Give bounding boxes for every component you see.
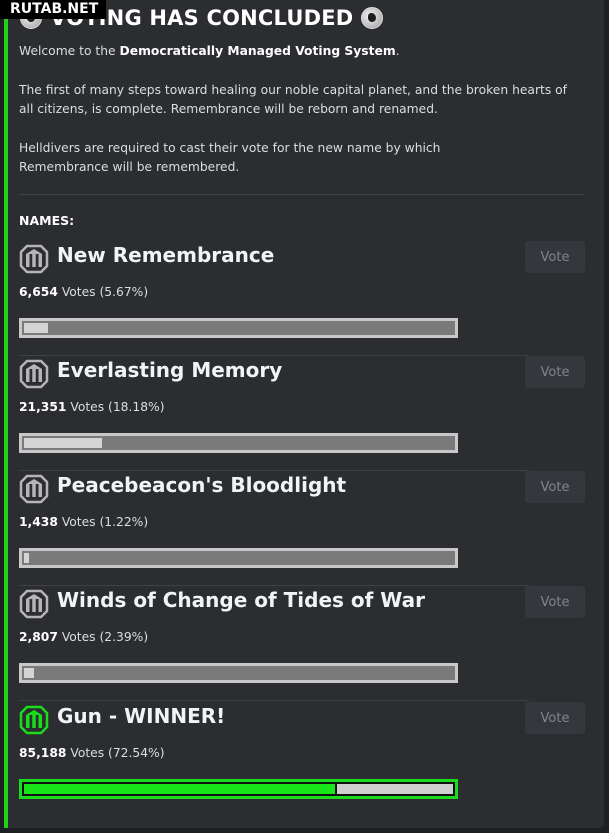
option-name: Winds of Change of Tides of War <box>57 588 425 612</box>
name-option: New Remembrance 6,654 Votes (5.67%) Vote <box>19 241 585 356</box>
vote-progress-remaining <box>31 553 453 563</box>
option-vote-count: 1,438 Votes (1.22%) <box>19 515 148 529</box>
vote-percent: Votes (1.22%) <box>57 515 149 529</box>
option-divider <box>19 700 529 701</box>
vote-button[interactable]: Vote <box>525 702 585 734</box>
vote-total: 6,654 <box>19 285 58 299</box>
option-vote-count: 85,188 Votes (72.54%) <box>19 746 165 760</box>
system-name: Democratically Managed Voting System <box>119 44 396 58</box>
super-earth-globe-icon-right <box>361 7 384 29</box>
watermark: RUTAB.NET <box>0 0 107 19</box>
welcome-text: Welcome to the Democratically Managed Vo… <box>19 42 579 61</box>
vote-percent: Votes (18.18%) <box>66 400 165 414</box>
winner-pillar-icon <box>19 705 49 735</box>
name-option: Peacebeacon's Bloodlight 1,438 Votes (1.2… <box>19 471 585 586</box>
vote-button[interactable]: Vote <box>525 586 585 618</box>
welcome-suffix: . <box>395 44 400 58</box>
vote-button[interactable]: Vote <box>525 241 585 273</box>
vote-progress-remaining <box>337 784 453 794</box>
vote-percent: Votes (72.54%) <box>66 746 165 760</box>
vote-button[interactable]: Vote <box>525 356 585 388</box>
intro-paragraph: The first of many steps toward healing o… <box>19 83 568 116</box>
vote-progress-fill <box>24 784 335 794</box>
vote-progress-remaining <box>50 323 453 333</box>
vote-progress-fill <box>24 553 29 563</box>
vote-progress-fill <box>24 323 48 333</box>
vote-progress-bar <box>19 433 458 453</box>
vote-total: 85,188 <box>19 746 67 760</box>
instruction-paragraph: Helldivers are required to cast their vo… <box>19 141 441 174</box>
option-vote-count: 6,654 Votes (5.67%) <box>19 285 148 299</box>
vote-progress-bar <box>19 663 458 683</box>
embed-accent-bar <box>4 0 8 828</box>
names-label: NAMES: <box>19 213 75 228</box>
vote-button[interactable]: Vote <box>525 471 585 503</box>
pillar-icon <box>19 589 49 619</box>
vote-progress-fill <box>24 438 102 448</box>
option-vote-count: 2,807 Votes (2.39%) <box>19 630 148 644</box>
welcome-prefix: Welcome to the <box>19 44 120 58</box>
option-name: Peacebeacon's Bloodlight <box>57 473 347 497</box>
option-name: Gun - WINNER! <box>57 704 226 728</box>
vote-progress-bar <box>19 779 458 799</box>
vote-progress-bar <box>19 318 458 338</box>
vote-progress-remaining <box>104 438 453 448</box>
name-option: Gun - WINNER! 85,188 Votes (72.54%) Vote <box>19 702 585 817</box>
pillar-icon <box>19 244 49 274</box>
name-option: Winds of Change of Tides of War 2,807 Vot… <box>19 586 585 701</box>
vote-progress-remaining <box>36 668 453 678</box>
vote-percent: Votes (2.39%) <box>57 630 149 644</box>
vote-percent: Votes (5.67%) <box>57 285 149 299</box>
vote-total: 21,351 <box>19 400 67 414</box>
vote-progress-fill <box>24 668 34 678</box>
option-name: Everlasting Memory <box>57 358 283 382</box>
name-option: Everlasting Memory 21,351 Votes (18.18%) V… <box>19 356 585 471</box>
vote-total: 1,438 <box>19 515 58 529</box>
pillar-icon <box>19 359 49 389</box>
vote-total: 2,807 <box>19 630 58 644</box>
section-divider <box>19 194 585 195</box>
vote-progress-bar <box>19 548 458 568</box>
option-name: New Remembrance <box>57 243 275 267</box>
option-vote-count: 21,351 Votes (18.18%) <box>19 400 165 414</box>
pillar-icon <box>19 474 49 504</box>
